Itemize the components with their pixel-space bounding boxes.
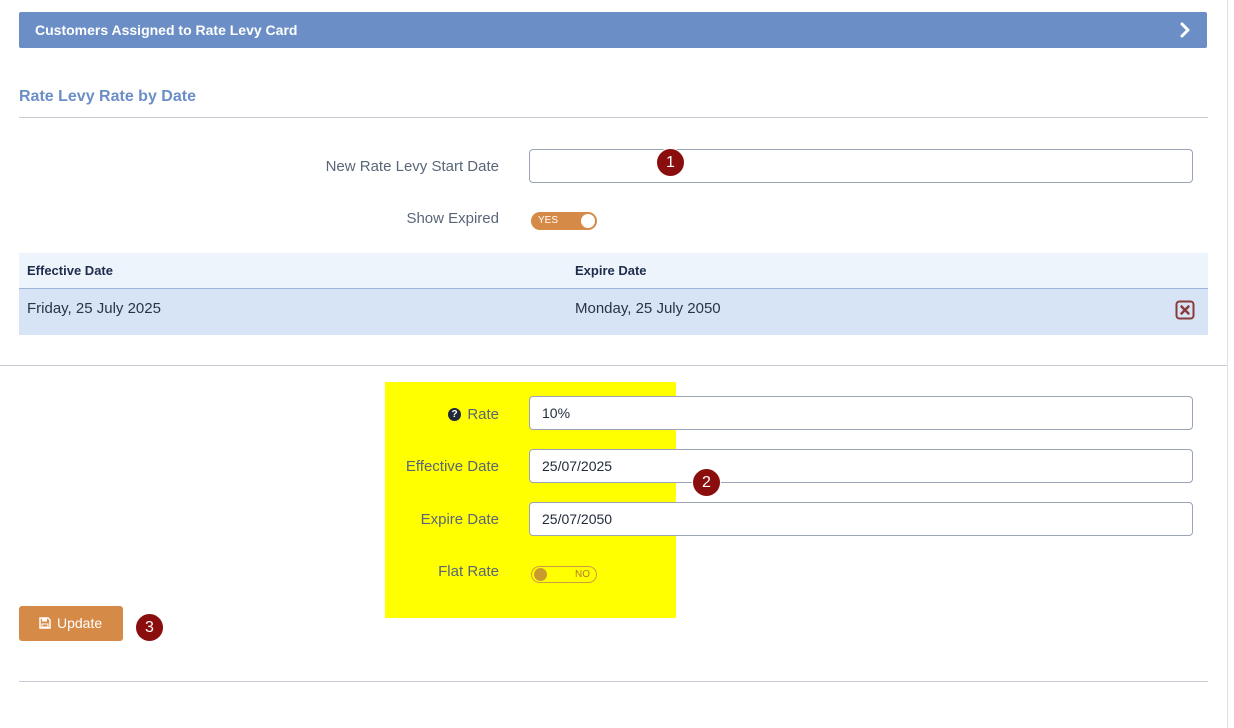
column-header-effective-date: Effective Date bbox=[27, 263, 113, 278]
table-row[interactable]: Friday, 25 July 2025 Monday, 25 July 205… bbox=[19, 289, 1208, 335]
row-effective-date: Friday, 25 July 2025 bbox=[27, 300, 161, 317]
annotation-marker-3: 3 bbox=[135, 613, 164, 642]
column-header-expire-date: Expire Date bbox=[575, 263, 647, 278]
panel-header-title: Customers Assigned to Rate Levy Card bbox=[35, 22, 298, 38]
row-expire-date: Monday, 25 July 2050 bbox=[575, 300, 721, 317]
update-button[interactable]: Update bbox=[19, 606, 123, 641]
chevron-right-icon[interactable] bbox=[1177, 22, 1193, 38]
delete-row-icon[interactable] bbox=[1175, 300, 1195, 320]
expire-date-label: Expire Date bbox=[420, 511, 499, 528]
page-right-border bbox=[1227, 0, 1228, 728]
rate-input[interactable] bbox=[529, 396, 1193, 430]
effective-date-input[interactable] bbox=[529, 449, 1193, 483]
help-icon[interactable]: ? bbox=[448, 408, 461, 421]
table-header: Effective Date Expire Date bbox=[19, 253, 1208, 289]
section-divider bbox=[19, 117, 1208, 118]
footer-divider bbox=[19, 681, 1208, 682]
rate-label: Rate bbox=[467, 406, 499, 423]
table-divider bbox=[0, 365, 1227, 366]
flat-rate-label: Flat Rate bbox=[438, 563, 499, 580]
section-title: Rate Levy Rate by Date bbox=[19, 88, 196, 105]
toggle-state-text: YES bbox=[538, 215, 559, 226]
update-button-label: Update bbox=[57, 615, 103, 631]
flat-rate-toggle[interactable]: NO bbox=[531, 566, 597, 583]
toggle-knob bbox=[581, 214, 595, 228]
show-expired-label: Show Expired bbox=[406, 210, 499, 227]
start-date-label: New Rate Levy Start Date bbox=[325, 158, 499, 175]
start-date-input[interactable] bbox=[529, 149, 1193, 183]
effective-date-label: Effective Date bbox=[405, 458, 499, 475]
annotation-marker-1: 1 bbox=[656, 148, 685, 177]
annotation-marker-2: 2 bbox=[692, 468, 721, 497]
expire-date-input[interactable] bbox=[529, 502, 1193, 536]
toggle-knob bbox=[534, 568, 547, 581]
toggle-state-text: NO bbox=[575, 569, 590, 580]
show-expired-toggle[interactable]: YES bbox=[531, 212, 597, 230]
customers-assigned-panel-header[interactable]: Customers Assigned to Rate Levy Card bbox=[19, 12, 1207, 48]
save-icon bbox=[39, 617, 51, 629]
